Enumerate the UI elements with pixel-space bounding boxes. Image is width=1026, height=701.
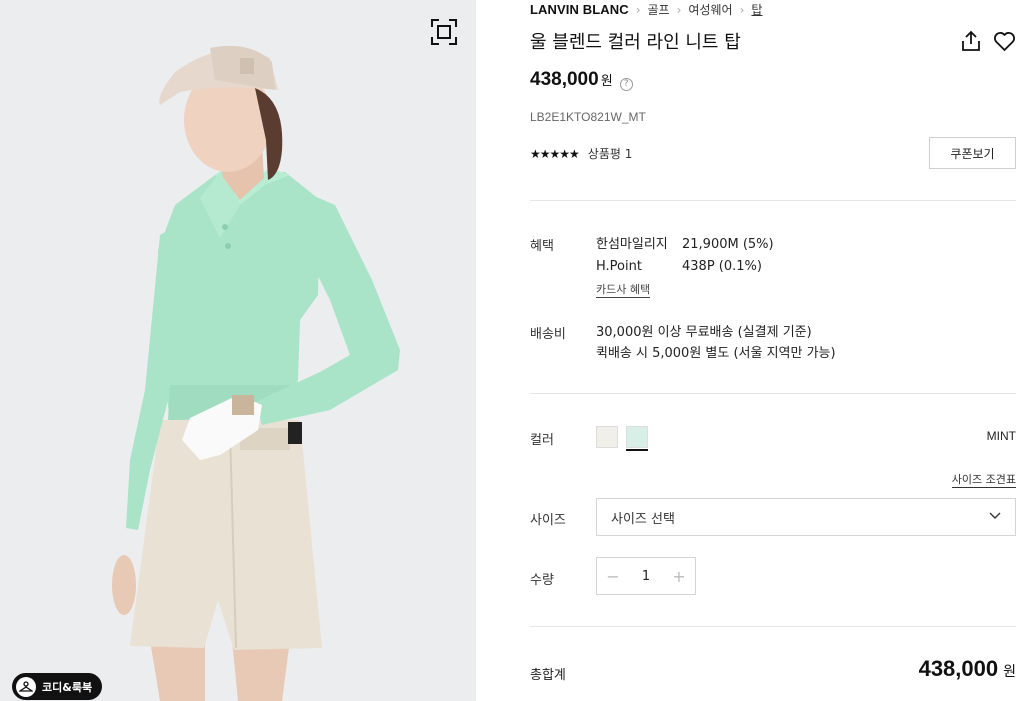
benefit-item: H.Point 438P (0.1%) <box>596 256 774 278</box>
price-info-icon[interactable]: ? <box>619 78 633 91</box>
quantity-decrease-button[interactable]: − <box>597 558 629 594</box>
color-swatch-mint[interactable] <box>626 426 648 451</box>
star-rating-icon: ★★★★★ <box>530 146 580 161</box>
price-currency: 원 <box>600 74 613 89</box>
breadcrumb: LANVIN BLANC › 골프 › 여성웨어 › 탑 <box>530 1 762 18</box>
divider <box>530 393 1016 394</box>
heart-icon[interactable] <box>993 31 1016 52</box>
size-guide-link[interactable]: 사이즈 조견표 <box>951 471 1016 488</box>
size-select[interactable]: 사이즈 선택 <box>596 498 1016 536</box>
total-price: 438,000 원 <box>919 656 1016 682</box>
lookbook-button[interactable]: 코디&룩북 <box>12 673 103 700</box>
quantity-stepper: − 1 + <box>596 557 696 595</box>
quantity-label: 수량 <box>530 573 554 588</box>
product-code: LB2E1KTO821W_MT <box>530 110 646 124</box>
chevron-right-icon: › <box>635 2 641 17</box>
fullscreen-icon[interactable] <box>430 18 458 46</box>
card-benefit-link[interactable]: 카드사 혜택 <box>596 281 651 298</box>
share-icon[interactable] <box>960 30 982 52</box>
product-info-panel: LANVIN BLANC › 골프 › 여성웨어 › 탑 울 블렌드 컬러 라인… <box>530 0 1016 701</box>
benefit-value: 21,900M (5%) <box>682 237 774 252</box>
total-label: 총합계 <box>530 668 566 683</box>
benefit-item: 한섬마일리지 21,900M (5%) <box>596 234 774 256</box>
total-price-value: 438,000 <box>918 656 999 681</box>
benefit-name: 한섬마일리지 <box>596 237 668 252</box>
price-value: 438,000 <box>530 69 599 90</box>
selected-color-name: MINT <box>986 429 1016 443</box>
size-select-placeholder: 사이즈 선택 <box>611 511 675 527</box>
review-link[interactable]: 상품평 1 <box>588 145 633 162</box>
lookbook-label: 코디&룩북 <box>42 680 93 694</box>
hanger-icon <box>16 676 36 697</box>
color-swatch-ivory[interactable] <box>596 426 618 448</box>
benefit-value: 438P (0.1%) <box>682 259 762 274</box>
breadcrumb-brand[interactable]: LANVIN BLANC <box>530 2 629 17</box>
quantity-increase-button[interactable]: + <box>663 558 695 594</box>
size-label: 사이즈 <box>530 513 566 528</box>
chevron-right-icon: › <box>676 2 682 17</box>
benefit-name: H.Point <box>596 259 642 274</box>
divider <box>530 626 1016 627</box>
color-label: 컬러 <box>530 433 554 448</box>
coupon-button[interactable]: 쿠폰보기 <box>929 137 1016 169</box>
breadcrumb-item-golf[interactable]: 골프 <box>648 1 670 18</box>
divider <box>530 200 1016 201</box>
benefit-label: 혜택 <box>530 239 554 254</box>
rating: ★★★★★ 상품평 1 <box>530 145 632 162</box>
breadcrumb-item-womens-wear[interactable]: 여성웨어 <box>688 1 732 18</box>
shipping-label: 배송비 <box>530 327 566 342</box>
product-image[interactable]: 코디&룩북 <box>0 0 476 701</box>
shipping-info: 30,000원 이상 무료배송 (실결제 기준) 퀵배송 시 5,000원 별도… <box>596 322 836 364</box>
breadcrumb-item-top[interactable]: 탑 <box>751 1 762 18</box>
chevron-right-icon: › <box>739 2 745 17</box>
product-title: 울 블렌드 컬러 라인 니트 탑 <box>530 32 741 53</box>
chevron-down-icon <box>989 512 1001 519</box>
benefit-list: 한섬마일리지 21,900M (5%) H.Point 438P (0.1%) <box>596 234 774 278</box>
total-price-currency: 원 <box>1003 664 1016 680</box>
shipping-line: 30,000원 이상 무료배송 (실결제 기준) <box>596 325 812 340</box>
shipping-line: 퀵배송 시 5,000원 별도 (서울 지역만 가능) <box>596 346 836 361</box>
quantity-value[interactable]: 1 <box>629 569 663 584</box>
product-price: 438,000 원 ? <box>530 69 633 91</box>
model-illustration <box>112 45 400 701</box>
